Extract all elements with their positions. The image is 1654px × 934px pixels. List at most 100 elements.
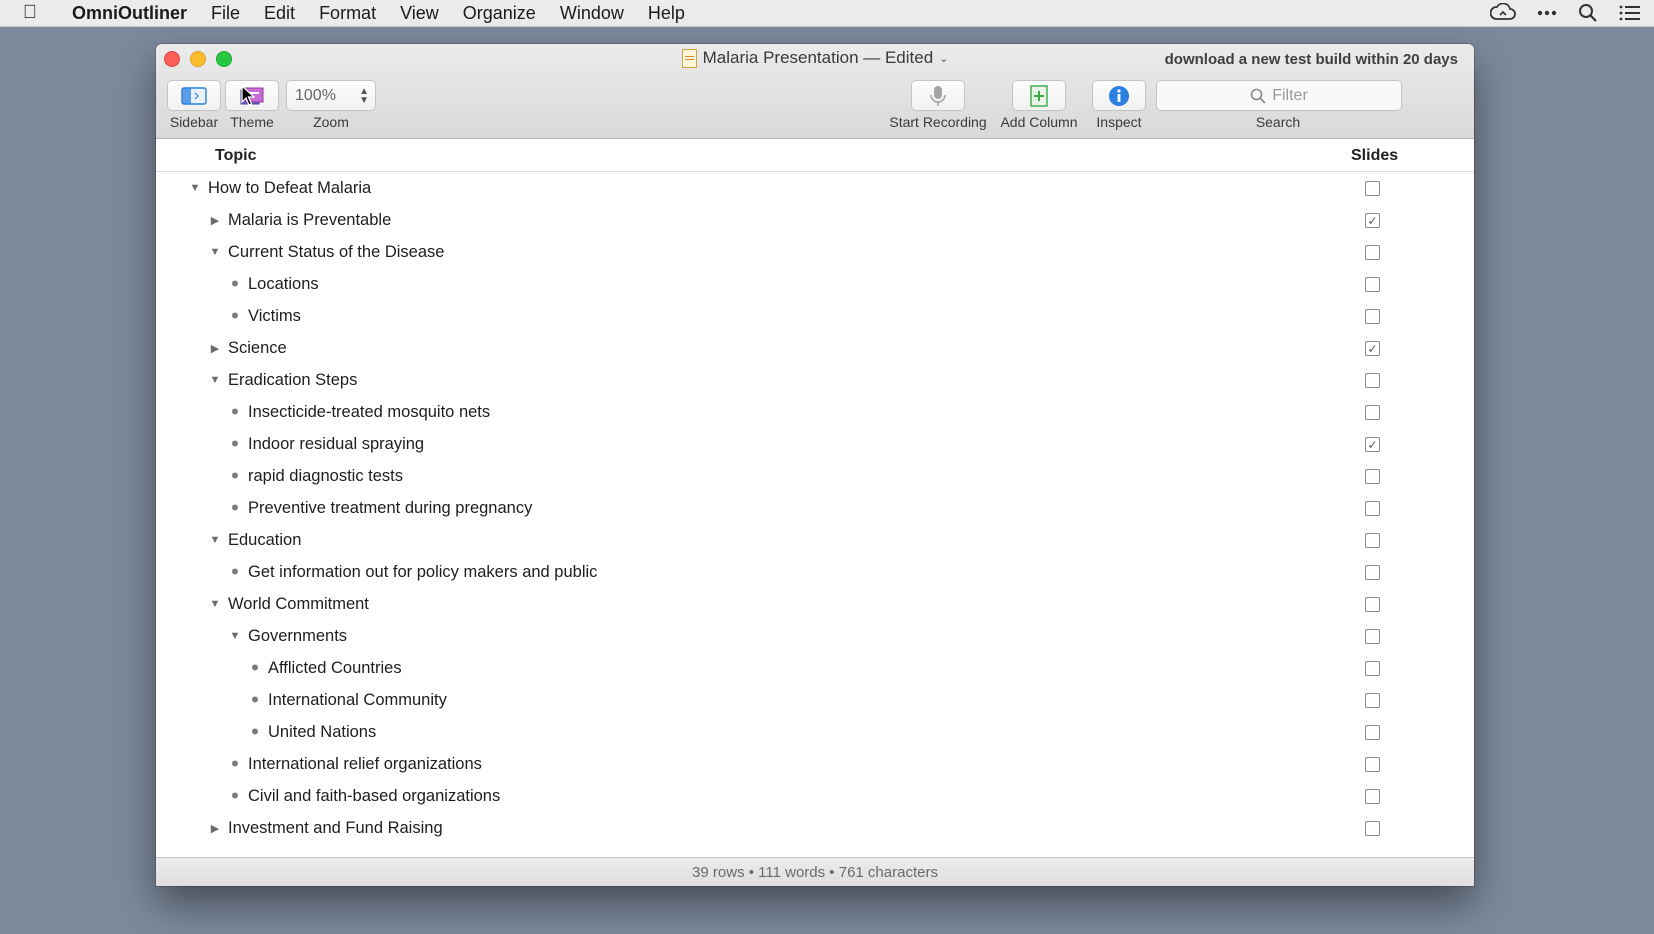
outline-row[interactable]: • Indoor residual spraying ✓ <box>156 428 1474 460</box>
more-icon[interactable] <box>1536 3 1558 23</box>
inspect-toolbar-item[interactable]: Inspect <box>1086 80 1152 130</box>
slides-checkbox[interactable] <box>1365 725 1380 740</box>
close-button[interactable] <box>164 51 180 67</box>
outline-row[interactable]: • United Nations <box>156 716 1474 748</box>
outline-row[interactable]: ▶ Science ✓ <box>156 332 1474 364</box>
menu-app-name[interactable]: OmniOutliner <box>60 3 199 24</box>
outline-view[interactable]: Topic Slides ▼ How to Defeat Malaria ▶ Mala… <box>156 139 1474 857</box>
slides-checkbox[interactable] <box>1365 565 1380 580</box>
row-topic-text[interactable]: rapid diagnostic tests <box>248 467 403 486</box>
apple-menu-icon[interactable]:  <box>0 2 60 24</box>
row-topic-text[interactable]: Civil and faith-based organizations <box>248 787 500 806</box>
row-topic-text[interactable]: How to Defeat Malaria <box>208 179 371 198</box>
menu-edit[interactable]: Edit <box>252 3 307 24</box>
menu-format[interactable]: Format <box>307 3 388 24</box>
zoom-stepper[interactable]: 100% ▲ ▼ <box>286 80 376 111</box>
slides-checkbox[interactable] <box>1365 469 1380 484</box>
row-topic-text[interactable]: Get information out for policy makers an… <box>248 563 597 582</box>
row-topic-text[interactable]: Education <box>228 531 301 550</box>
column-header-topic[interactable]: Topic <box>215 147 256 165</box>
row-topic-text[interactable]: International relief organizations <box>248 755 482 774</box>
row-topic-text[interactable]: World Commitment <box>228 595 369 614</box>
disclosure-expanded-icon[interactable]: ▼ <box>188 172 202 204</box>
disclosure-expanded-icon[interactable]: ▼ <box>208 236 222 268</box>
row-topic-text[interactable]: Current Status of the Disease <box>228 243 444 262</box>
outline-row[interactable]: ▼ World Commitment <box>156 588 1474 620</box>
stepper-arrows-icon[interactable]: ▲ ▼ <box>359 86 369 105</box>
outline-row[interactable]: ▶ Investment and Fund Raising <box>156 812 1474 844</box>
notification-list-icon[interactable] <box>1618 3 1642 23</box>
search-field[interactable]: Filter <box>1156 80 1402 111</box>
bullet-icon[interactable]: • <box>228 268 242 300</box>
slides-checkbox[interactable] <box>1365 533 1380 548</box>
minimize-button[interactable] <box>190 51 206 67</box>
row-topic-text[interactable]: Afflicted Countries <box>268 659 402 678</box>
sidebar-toolbar-item[interactable]: Sidebar <box>164 80 224 130</box>
spotlight-search-icon[interactable] <box>1578 3 1598 23</box>
outline-row[interactable]: • Civil and faith-based organizations <box>156 780 1474 812</box>
bullet-icon[interactable]: • <box>228 300 242 332</box>
bullet-icon[interactable]: • <box>228 460 242 492</box>
bullet-icon[interactable]: • <box>228 428 242 460</box>
outline-row[interactable]: • Afflicted Countries <box>156 652 1474 684</box>
bullet-icon[interactable]: • <box>228 396 242 428</box>
slides-checkbox[interactable] <box>1365 245 1380 260</box>
add-column-toolbar-item[interactable]: Add Column <box>994 80 1084 130</box>
record-toolbar-item[interactable]: Start Recording <box>884 80 992 130</box>
slides-checkbox[interactable] <box>1365 693 1380 708</box>
slides-checkbox[interactable] <box>1365 373 1380 388</box>
outline-row[interactable]: • Get information out for policy makers a… <box>156 556 1474 588</box>
slides-checkbox-checked[interactable]: ✓ <box>1365 213 1380 228</box>
bullet-icon[interactable]: • <box>248 684 262 716</box>
row-topic-text[interactable]: Preventive treatment during pregnancy <box>248 499 532 518</box>
outline-row[interactable]: • International Community <box>156 684 1474 716</box>
slides-checkbox[interactable] <box>1365 405 1380 420</box>
title-menu[interactable]: Malaria Presentation — Edited ⌄ <box>681 48 948 68</box>
row-topic-text[interactable]: United Nations <box>268 723 376 742</box>
menu-window[interactable]: Window <box>548 3 636 24</box>
outline-row[interactable]: • Locations <box>156 268 1474 300</box>
disclosure-expanded-icon[interactable]: ▼ <box>228 620 242 652</box>
outline-row[interactable]: ▼ Eradication Steps <box>156 364 1474 396</box>
slides-checkbox[interactable] <box>1365 821 1380 836</box>
row-topic-text[interactable]: Investment and Fund Raising <box>228 819 443 838</box>
row-topic-text[interactable]: Victims <box>248 307 301 326</box>
row-topic-text[interactable]: Science <box>228 339 287 358</box>
slides-checkbox-checked[interactable]: ✓ <box>1365 341 1380 356</box>
bullet-icon[interactable]: • <box>228 556 242 588</box>
bullet-icon[interactable]: • <box>228 748 242 780</box>
disclosure-expanded-icon[interactable]: ▼ <box>208 524 222 556</box>
zoom-toolbar-item[interactable]: 100% ▲ ▼ Zoom <box>286 80 376 130</box>
row-topic-text[interactable]: Locations <box>248 275 319 294</box>
creative-cloud-icon[interactable] <box>1490 3 1516 23</box>
bullet-icon[interactable]: • <box>248 716 262 748</box>
slides-checkbox[interactable] <box>1365 661 1380 676</box>
outline-row[interactable]: • Victims <box>156 300 1474 332</box>
slides-checkbox[interactable] <box>1365 629 1380 644</box>
outline-row[interactable]: ▼ Education <box>156 524 1474 556</box>
row-topic-text[interactable]: Indoor residual spraying <box>248 435 424 454</box>
slides-checkbox[interactable] <box>1365 789 1380 804</box>
row-topic-text[interactable]: Malaria is Preventable <box>228 211 391 230</box>
row-topic-text[interactable]: Governments <box>248 627 347 646</box>
outline-row[interactable]: • rapid diagnostic tests <box>156 460 1474 492</box>
outline-row[interactable]: • International relief organizations <box>156 748 1474 780</box>
sidebar-button[interactable] <box>167 80 221 111</box>
menu-view[interactable]: View <box>388 3 451 24</box>
disclosure-collapsed-icon[interactable]: ▶ <box>208 812 222 844</box>
slides-checkbox[interactable] <box>1365 309 1380 324</box>
row-topic-text[interactable]: Insecticide-treated mosquito nets <box>248 403 490 422</box>
menu-file[interactable]: File <box>199 3 252 24</box>
slides-checkbox[interactable] <box>1365 277 1380 292</box>
row-topic-text[interactable]: International Community <box>268 691 447 710</box>
slides-checkbox[interactable] <box>1365 181 1380 196</box>
disclosure-expanded-icon[interactable]: ▼ <box>208 364 222 396</box>
disclosure-expanded-icon[interactable]: ▼ <box>208 588 222 620</box>
slides-checkbox-checked[interactable]: ✓ <box>1365 437 1380 452</box>
inspect-button[interactable] <box>1092 80 1146 111</box>
maximize-button[interactable] <box>216 51 232 67</box>
disclosure-collapsed-icon[interactable]: ▶ <box>208 204 222 236</box>
row-topic-text[interactable]: Eradication Steps <box>228 371 357 390</box>
outline-row[interactable]: • Preventive treatment during pregnancy <box>156 492 1474 524</box>
test-build-notice[interactable]: download a new test build within 20 days <box>1165 51 1458 68</box>
